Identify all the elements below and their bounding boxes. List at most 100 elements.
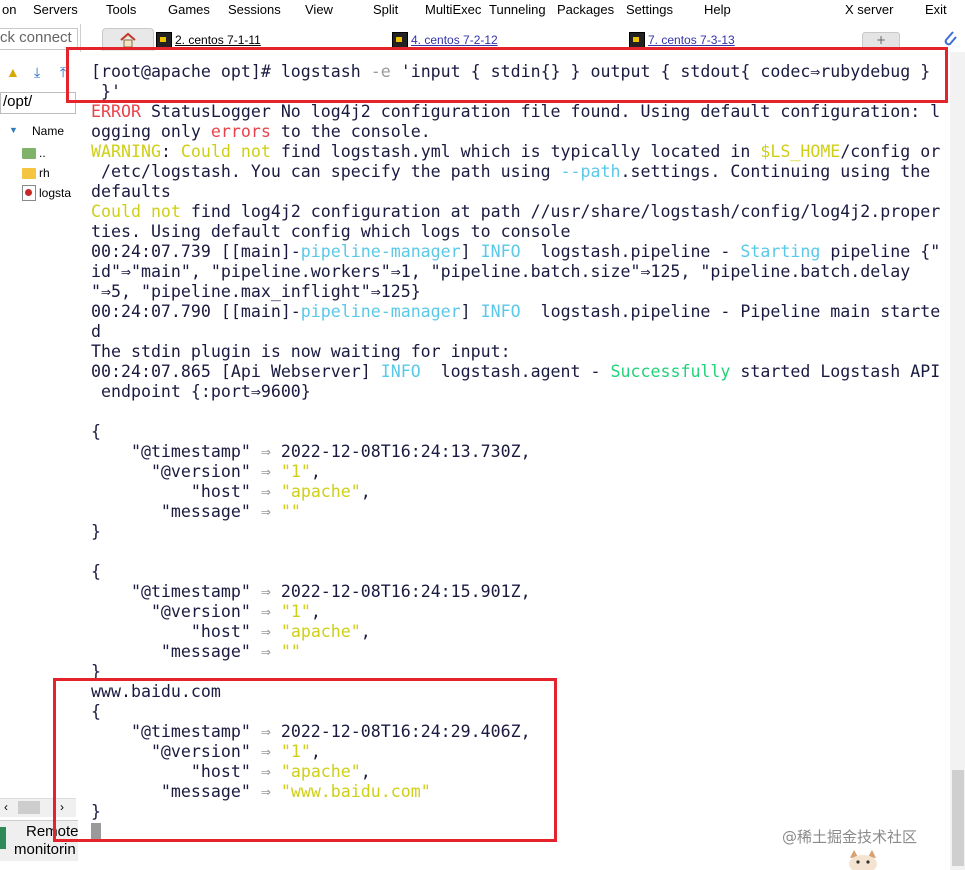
up-folder-icon [22,147,36,159]
remote-monitoring-button[interactable]: Remote monitorin [0,820,78,861]
tab-centos-7-1-11[interactable]: 2. centos 7-1-11 [156,28,384,52]
tab-centos-7-3-13[interactable]: 7. centos 7-3-13 [629,28,849,52]
horizontal-scrollbar[interactable]: ‹ › [0,798,76,817]
home-tab[interactable] [102,28,154,51]
file-row[interactable]: rh [22,164,50,182]
terminal-text: ties. Using default config which logs to… [91,222,571,241]
terminal-line: ogging only errors to the console. [91,122,940,142]
terminal-text: "1" [280,462,311,481]
terminal-text: "⇒5, "pipeline.max_inflight"⇒125} [91,282,421,301]
sftp-sidebar: ck connect ▲ ⤓ ⤒ /opt/ ▼ Name .. rh logs… [0,24,81,870]
file-name: rh [39,166,50,180]
file-row[interactable]: .. [22,144,46,162]
scroll-right-icon[interactable]: › [60,800,64,814]
terminal-text: $LS_HOME [760,142,841,161]
terminal-text: to the console. [270,122,431,141]
terminal-text: "@timestamp" [91,442,261,461]
terminal-output[interactable]: [root@apache opt]# logstash -e 'input { … [80,52,950,870]
menu-item-split[interactable]: Split [373,2,398,17]
terminal-line: { [91,702,940,722]
terminal-line: ties. Using default config which logs to… [91,222,940,242]
menu-item-multiexec[interactable]: MultiExec [425,2,481,17]
new-tab-button[interactable]: + [862,32,900,50]
menu-item-packages[interactable]: Packages [557,2,614,17]
terminal-text: "@version" [91,742,261,761]
menu-item-sessions[interactable]: Sessions [228,2,281,17]
terminal-text: , [360,622,371,641]
menu-item-tools[interactable]: Tools [106,2,136,17]
terminal-line: "host" ⇒ "apache", [91,762,940,782]
terminal-text: "@timestamp" [91,582,261,601]
tab-centos-7-2-12[interactable]: 4. centos 7-2-12 [392,28,620,52]
terminal-line: } [91,662,940,682]
scroll-thumb[interactable] [18,801,40,814]
terminal-text: pipeline-manager [300,302,461,321]
menu-item-settings[interactable]: Settings [626,2,673,17]
terminal-text: errors [210,122,271,141]
download-icon[interactable]: ⤓ [34,64,40,81]
terminal-text: "host" [91,762,261,781]
menu-item-on[interactable]: on [2,2,16,17]
menu-bar: on Servers Tools Games Sessions View Spl… [0,0,965,22]
scroll-left-icon[interactable]: ‹ [4,800,8,814]
quick-connect-input[interactable]: ck connect [0,28,78,50]
terminal-line: 00:24:07.865 [Api Webserver] INFO logsta… [91,362,940,382]
terminal-text: "" [280,502,301,521]
terminal-text: { [91,562,101,581]
terminal-line: "@timestamp" ⇒ 2022-12-08T16:24:15.901Z, [91,582,940,602]
menu-item-x-server[interactable]: X server [845,2,893,17]
upload-icon[interactable]: ⤒ [60,64,66,81]
terminal-text: -e [370,62,391,81]
menu-item-servers[interactable]: Servers [33,2,78,17]
terminal-text: 'input { stdin{} } output { stdout{ code… [390,62,931,81]
name-header-label: Name [32,124,65,138]
terminal-text: find logstash.yml which is typically loc… [270,142,761,161]
menu-item-tunneling[interactable]: Tunneling [489,2,546,17]
terminal-line: www.baidu.com [91,682,940,702]
terminal-text: www.baidu.com [91,682,221,701]
path-field[interactable]: /opt/ [0,92,76,114]
menu-item-exit[interactable]: Exit [925,2,947,17]
file-name: logsta [39,186,72,200]
file-icon [22,185,36,201]
file-row[interactable]: logsta [22,184,71,202]
terminal-text: [root@apache opt]# logstash [91,62,371,81]
terminal-text: } [91,802,101,821]
upload-folder-icon[interactable]: ▲ [6,64,20,80]
menu-item-view[interactable]: View [305,2,333,17]
sort-arrow-icon: ▼ [9,125,18,135]
terminal-line: "@version" ⇒ "1", [91,602,940,622]
terminal-line: }' [91,82,940,102]
attachment-icon[interactable] [941,28,959,48]
file-name: .. [39,146,46,160]
terminal-text: INFO [480,302,521,321]
terminal-text: logstash.pipeline - Pipeline main starte [520,302,941,321]
menu-item-games[interactable]: Games [168,2,210,17]
vertical-scroll-thumb[interactable] [952,770,964,866]
terminal-text: } [91,522,101,541]
name-column-header[interactable]: ▼ Name [0,122,78,142]
folder-icon [22,167,36,179]
terminal-text: endpoint {:port⇒9600} [91,382,311,401]
vertical-scrollbar[interactable] [950,52,965,870]
terminal-text: "@version" [91,602,261,621]
terminal-icon [629,32,645,48]
terminal-text: logstash.agent - [420,362,611,381]
terminal-text: "@version" [91,462,261,481]
terminal-text: ⇒ [260,642,271,661]
terminal-text: "message" [91,642,261,661]
terminal-text: "1" [280,602,311,621]
menu-item-help[interactable]: Help [704,2,731,17]
terminal-text: started Logstash API [730,362,941,381]
terminal-text: find log4j2 configuration at path //usr/… [180,202,941,221]
terminal-line: { [91,422,940,442]
terminal-icon [392,32,408,48]
terminal-text: d [91,322,101,341]
